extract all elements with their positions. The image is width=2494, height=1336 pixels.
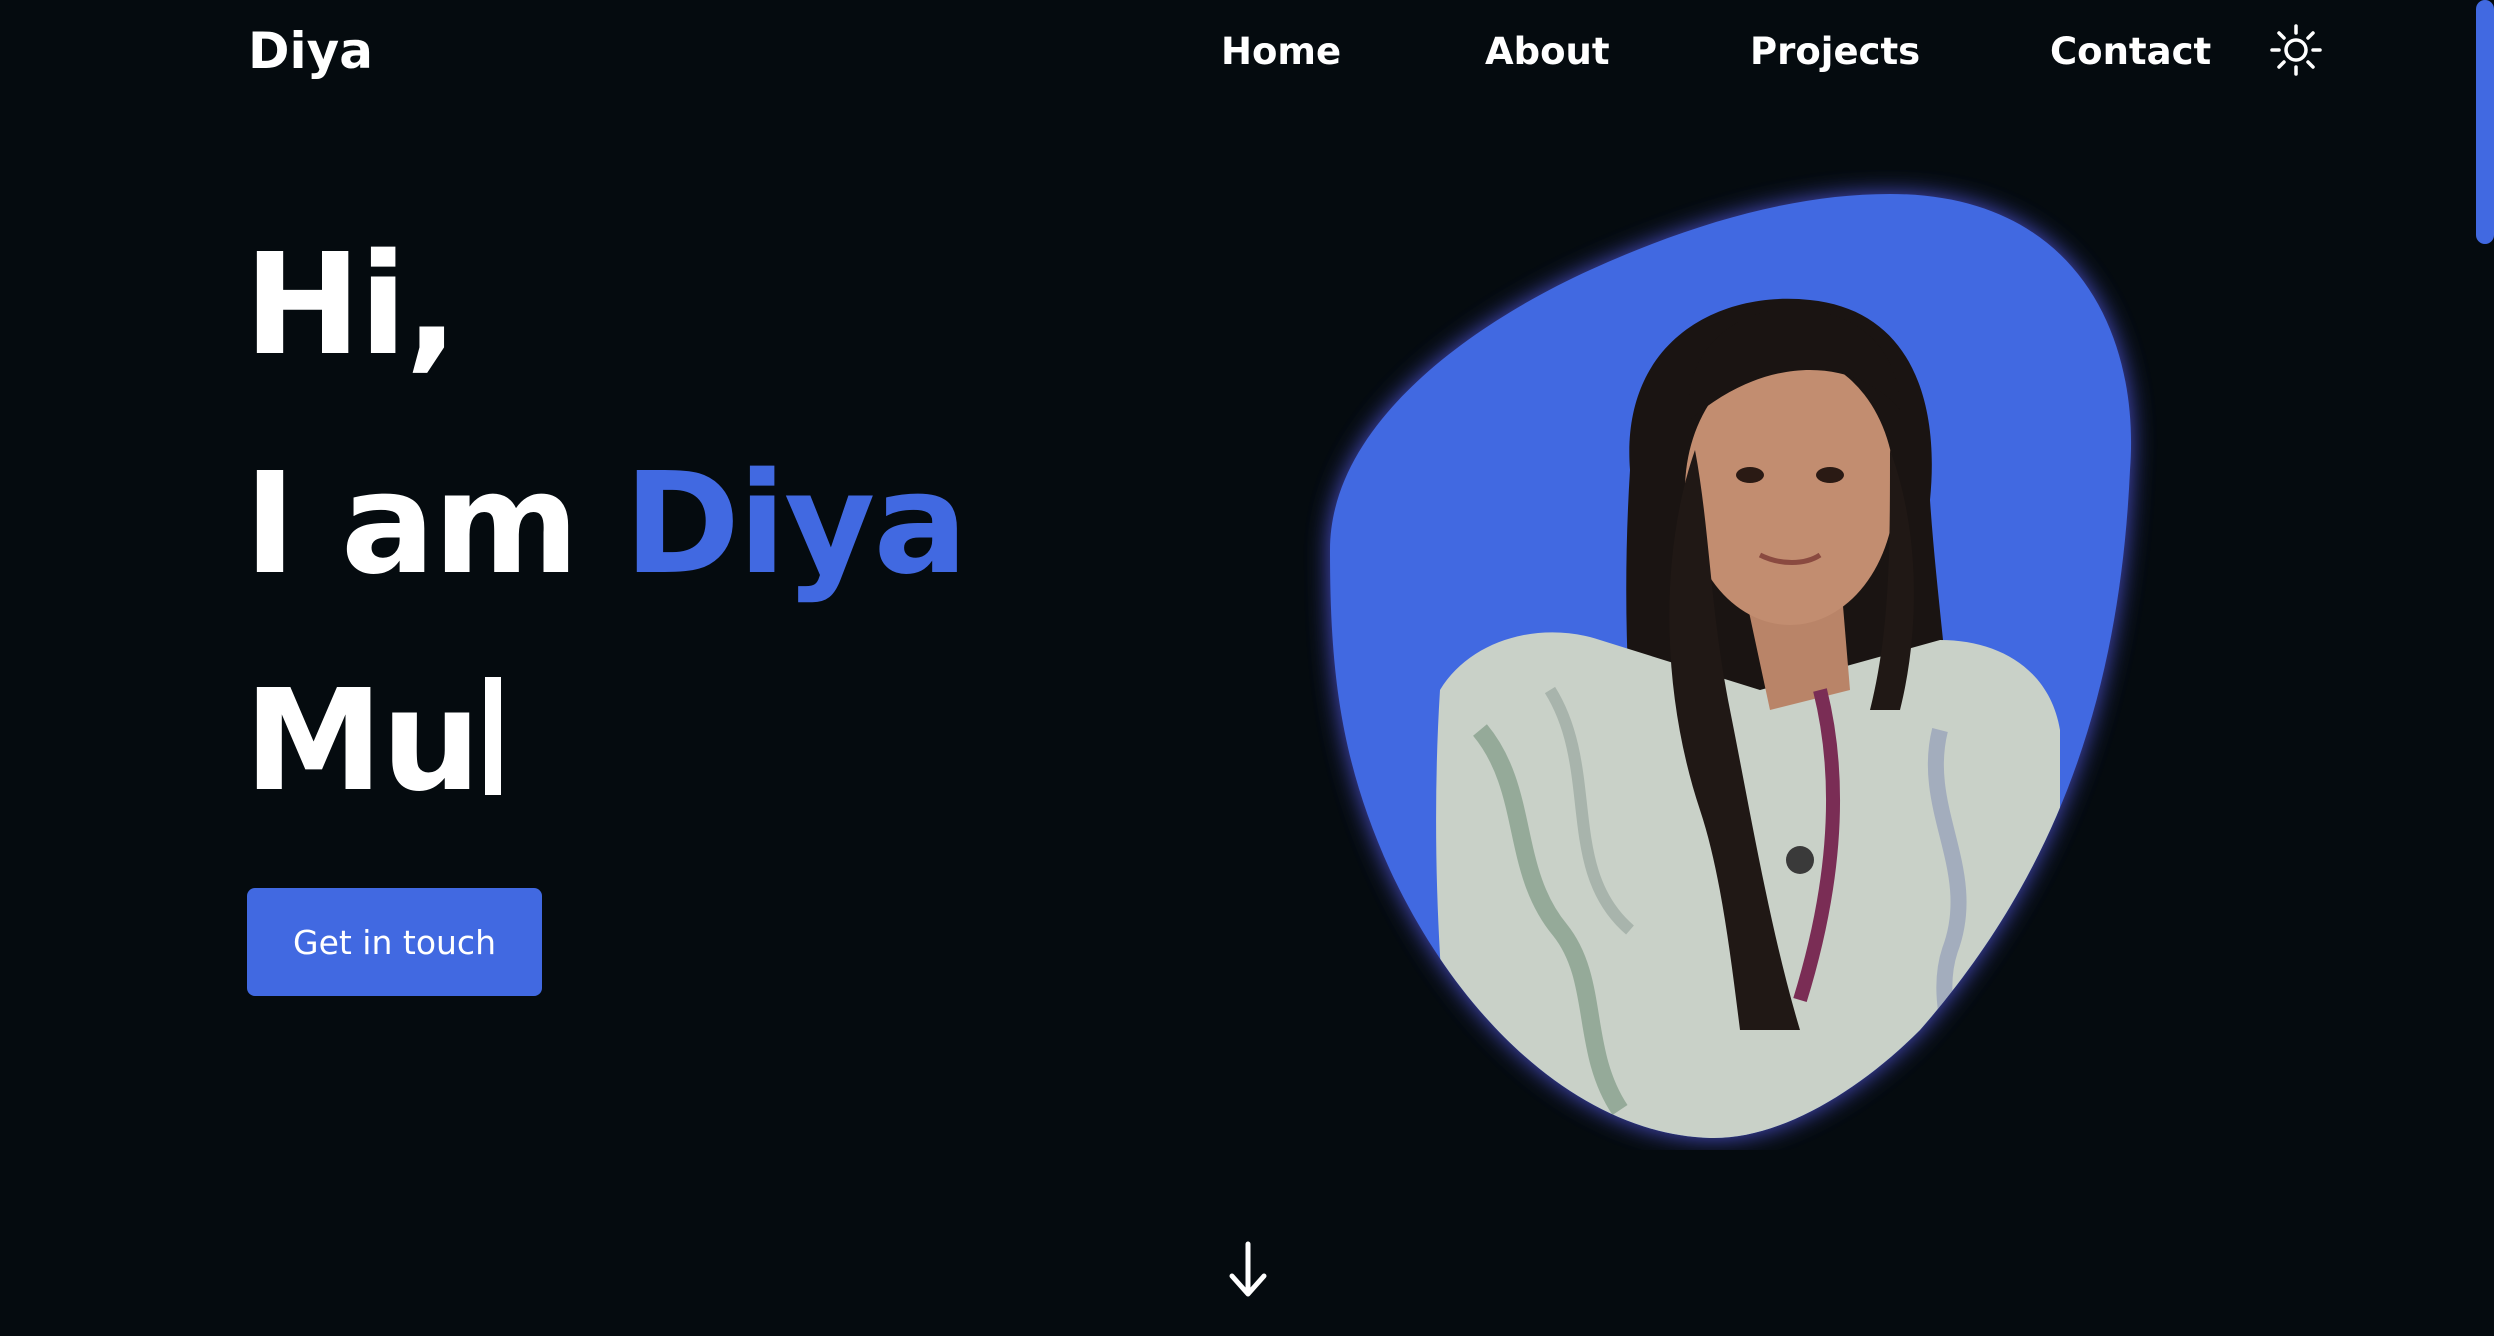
get-in-touch-button[interactable]: Get in touch [247, 888, 542, 996]
hero-greeting: Hi, [244, 224, 458, 387]
nav-link-projects[interactable]: Projects [1750, 30, 1920, 73]
site-logo[interactable]: Diya [248, 22, 373, 80]
sun-icon[interactable] [2268, 22, 2324, 78]
scrollbar-thumb[interactable] [2476, 0, 2494, 244]
nav-link-about[interactable]: About [1485, 30, 1610, 73]
hero-typed-line: Mu [244, 672, 501, 812]
page-scrollbar[interactable] [2474, 0, 2494, 1336]
hero-intro-prefix: I am [244, 443, 579, 606]
profile-portrait [1300, 170, 2180, 1150]
arrow-down-icon[interactable] [1226, 1240, 1270, 1300]
hero-typed-text: Mu [244, 660, 481, 823]
nav-link-contact[interactable]: Contact [2050, 30, 2211, 73]
hero-name: Diya [623, 443, 968, 606]
hero-intro-line: I am Diya [244, 455, 968, 595]
typing-cursor [484, 677, 501, 795]
nav-link-home[interactable]: Home [1221, 30, 1341, 73]
navbar: Diya Home About Projects Contact [0, 0, 2494, 110]
